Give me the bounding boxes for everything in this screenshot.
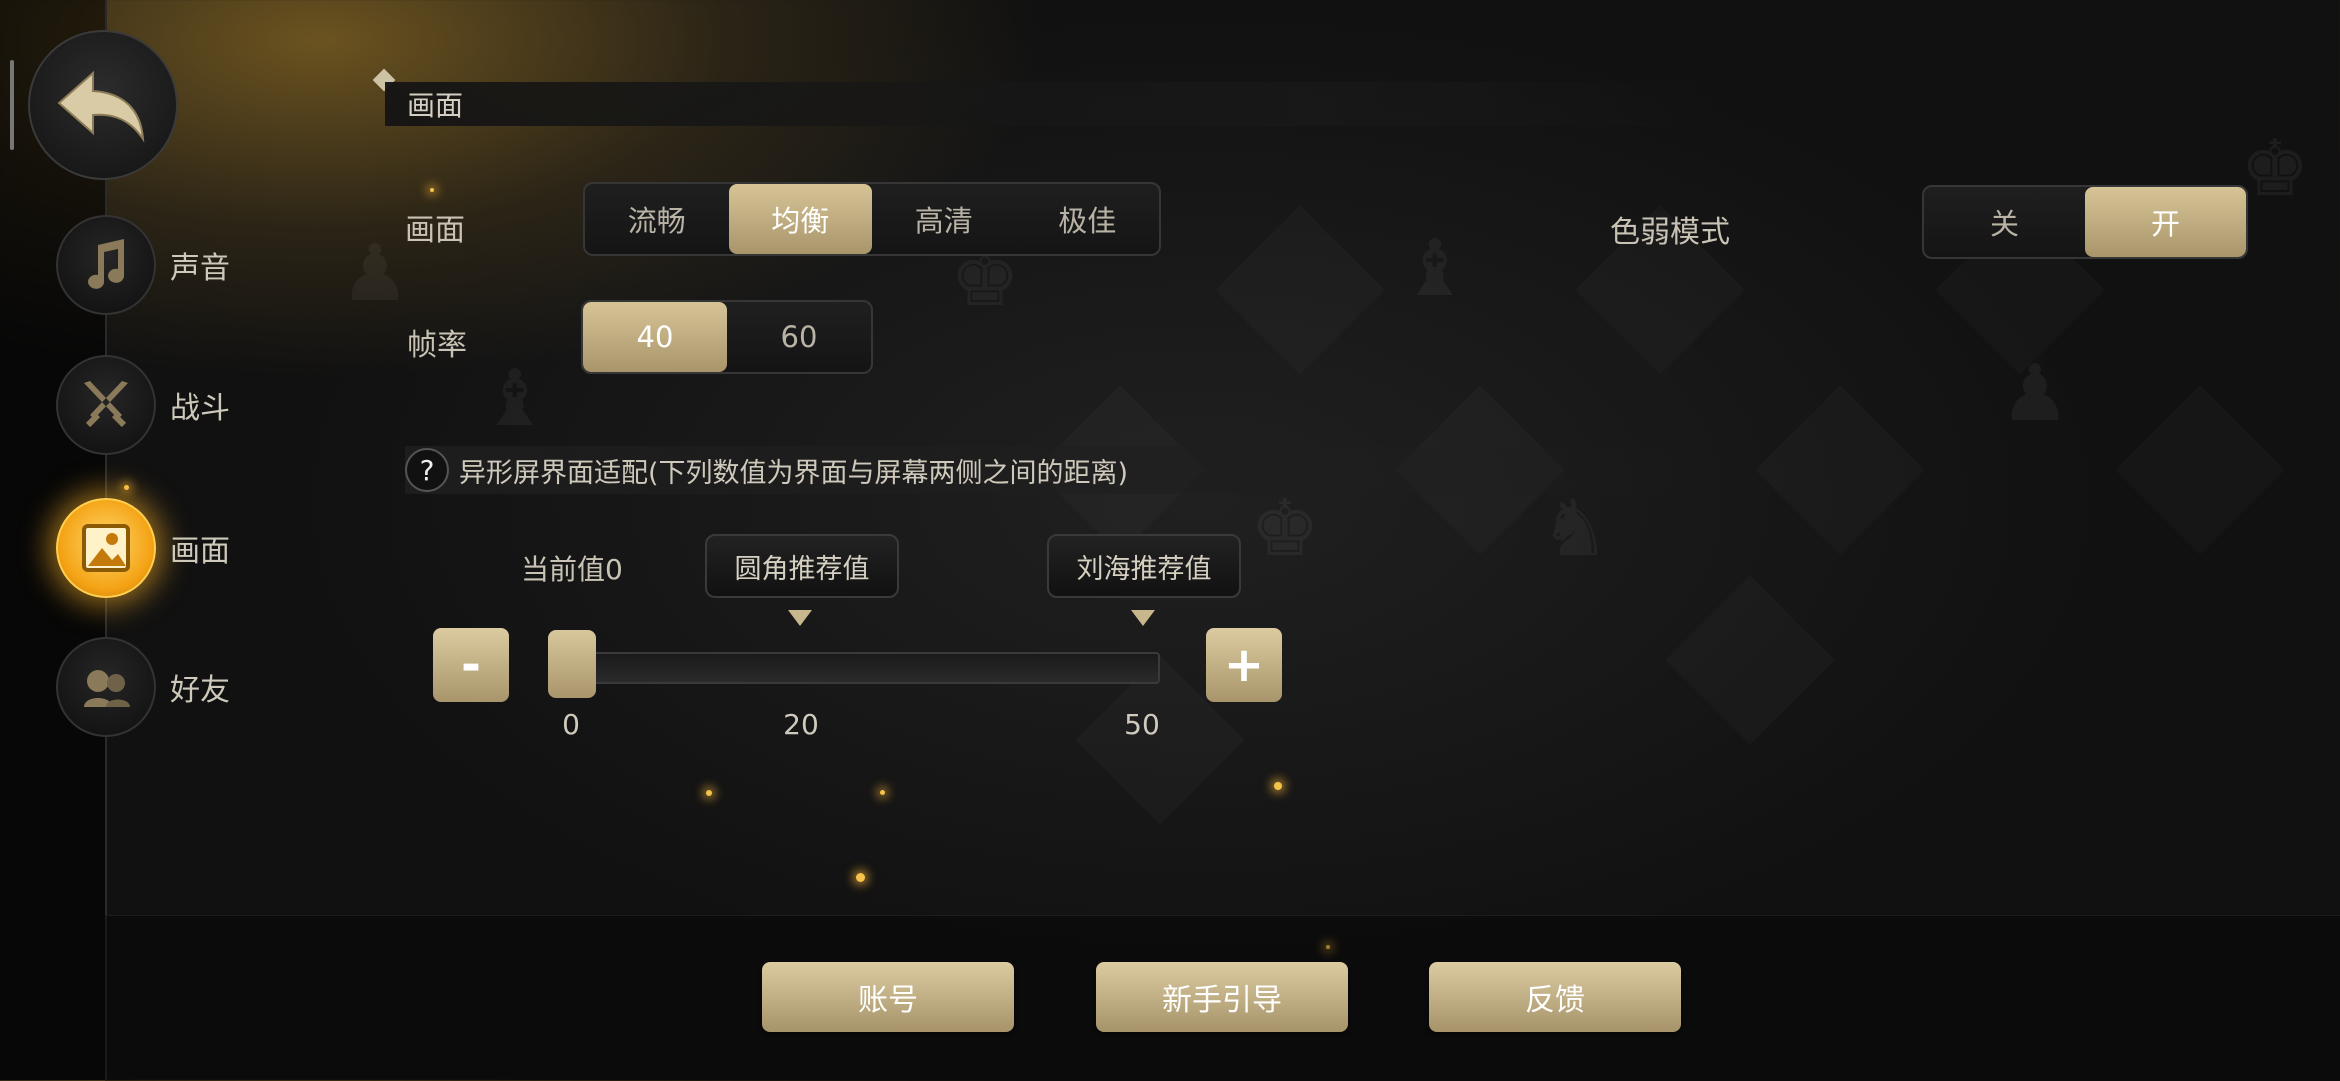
quality-selector: 流畅 均衡 高清 极佳 — [583, 182, 1161, 256]
picture-icon — [56, 498, 156, 598]
music-note-icon — [56, 215, 156, 315]
sparkle — [856, 873, 865, 882]
bg-bishop-icon: ♝ — [1400, 224, 1470, 314]
sparkle — [1274, 782, 1282, 790]
quality-option-smooth[interactable]: 流畅 — [585, 184, 729, 254]
friends-icon — [56, 637, 156, 737]
bg-king-icon: ♚ — [2240, 124, 2310, 214]
slider-tick-label: 50 — [1124, 708, 1160, 741]
framerate-option-40[interactable]: 40 — [583, 302, 727, 372]
scroll-indicator — [10, 60, 14, 150]
sparkle — [124, 485, 129, 490]
adapt-slider-track[interactable] — [552, 652, 1160, 684]
sparkle — [430, 188, 434, 192]
help-icon[interactable]: ? — [405, 448, 449, 492]
sidebar-item-display[interactable]: 画面 — [56, 498, 256, 598]
colorblind-option-off[interactable]: 关 — [1924, 187, 2085, 257]
sparkle — [880, 790, 885, 795]
framerate-label: 帧率 — [407, 328, 467, 363]
adapt-slider-thumb[interactable] — [548, 630, 596, 698]
back-arrow-icon — [57, 70, 145, 143]
screen-adapt-description: 异形屏界面适配(下列数值为界面与屏幕两侧之间的距离) — [459, 457, 1129, 489]
colorblind-toggle: 关 开 — [1922, 185, 2248, 259]
colorblind-label: 色弱模式 — [1610, 215, 1730, 250]
sidebar-item-label: 画面 — [170, 534, 230, 569]
rounded-corner-recommend-button[interactable]: 圆角推荐值 — [705, 534, 899, 598]
quality-label: 画面 — [405, 213, 465, 248]
account-button[interactable]: 账号 — [762, 962, 1014, 1032]
tutorial-button[interactable]: 新手引导 — [1096, 962, 1348, 1032]
sidebar-item-label: 好友 — [170, 673, 230, 708]
crossed-swords-icon — [56, 355, 156, 455]
sidebar-item-battle[interactable]: 战斗 — [56, 355, 256, 455]
sidebar-item-label: 声音 — [170, 251, 230, 286]
section-title: 画面 — [407, 89, 464, 122]
notch-marker-icon — [1131, 610, 1155, 626]
bg-knight-icon: ♞ — [1540, 484, 1610, 574]
slider-tick-label: 20 — [783, 708, 819, 741]
bg-king-icon: ♚ — [1250, 484, 1320, 574]
framerate-selector: 40 60 — [581, 300, 873, 374]
sidebar-item-friends[interactable]: 好友 — [56, 637, 256, 737]
quality-option-balanced[interactable]: 均衡 — [728, 184, 872, 254]
bg-pawn-icon: ♟ — [2000, 349, 2070, 439]
sparkle — [706, 790, 712, 796]
screen-adapt-header: ? 异形屏界面适配(下列数值为界面与屏幕两侧之间的距离) — [405, 446, 1725, 494]
rounded-marker-icon — [788, 610, 812, 626]
sidebar-item-label: 战斗 — [170, 391, 230, 426]
colorblind-option-on[interactable]: 开 — [2085, 187, 2246, 257]
bg-bishop-icon: ♝ — [480, 354, 550, 444]
quality-option-hd[interactable]: 高清 — [872, 184, 1016, 254]
decrease-button[interactable]: - — [433, 628, 509, 702]
quality-option-ultra[interactable]: 极佳 — [1016, 184, 1160, 254]
increase-button[interactable]: + — [1206, 628, 1282, 702]
back-button[interactable] — [28, 30, 178, 180]
notch-recommend-button[interactable]: 刘海推荐值 — [1047, 534, 1241, 598]
sidebar-item-sound[interactable]: 声音 — [56, 215, 256, 315]
section-header: 画面 — [385, 82, 1725, 126]
current-value-text: 当前值0 — [521, 553, 623, 586]
feedback-button[interactable]: 反馈 — [1429, 962, 1681, 1032]
framerate-option-60[interactable]: 60 — [727, 302, 871, 372]
slider-tick-label: 0 — [562, 708, 580, 741]
bg-pawn-icon: ♟ — [340, 229, 410, 319]
